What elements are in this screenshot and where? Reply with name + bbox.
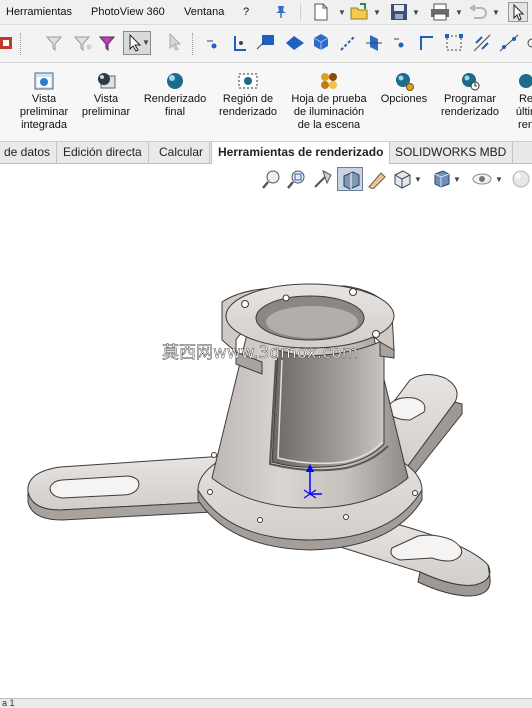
menu-help[interactable]: ? (243, 6, 249, 18)
cursor-arrow-icon (129, 34, 142, 52)
select-other-icon[interactable] (168, 33, 186, 53)
tab-direct-editing[interactable]: Edición directa (57, 142, 149, 164)
point-icon[interactable] (393, 35, 409, 51)
new-document-icon[interactable] (313, 3, 329, 21)
options-button[interactable]: Opciones (374, 63, 434, 142)
render-region-button[interactable]: Región de renderizado (212, 63, 284, 142)
sketch-segment-icon[interactable] (444, 33, 464, 53)
zoom-to-fit-icon[interactable] (262, 169, 282, 189)
lighting-proof-sheet-button[interactable]: Hoja de prueba de iluminación de la esce… (284, 63, 374, 142)
undo-icon[interactable] (468, 4, 488, 20)
tab-calculate[interactable]: Calcular (153, 142, 211, 164)
hide-show-items-icon[interactable] (471, 169, 493, 189)
preview-window-button[interactable]: Vista preliminar (76, 63, 136, 142)
snap-plane-icon[interactable] (256, 33, 276, 51)
view-orientation-icon[interactable] (392, 169, 412, 189)
tab-solidworks-mbd[interactable]: SOLIDWORKS MBD (389, 142, 514, 164)
menu-bar: Herramientas PhotoView 360 Ventana ? ▼ ▼… (0, 0, 532, 25)
preview-window-icon (98, 73, 116, 89)
select-arrow-icon[interactable] (508, 2, 528, 22)
more-tools-icon[interactable] (522, 33, 532, 53)
solid-body-icon[interactable] (311, 32, 331, 52)
status-text: a 1 (2, 698, 15, 708)
lighting-proof-sheet-label: Hoja de prueba de iluminación de la esce… (291, 93, 367, 131)
chevron-down-icon[interactable]: ▼ (495, 175, 503, 184)
axis-icon[interactable] (339, 34, 357, 52)
plane-icon[interactable] (364, 33, 384, 53)
print-icon[interactable] (430, 3, 450, 21)
lighting-proof-sheet-icon (321, 73, 337, 89)
chevron-down-icon[interactable]: ▼ (338, 8, 346, 17)
chevron-down-icon[interactable]: ▼ (414, 175, 422, 184)
schedule-render-button[interactable]: Programar renderizado (434, 63, 506, 142)
recall-last-render-button[interactable]: Re últin ren (506, 63, 532, 142)
section-view-button[interactable] (337, 167, 363, 191)
integrated-preview-label: Vista preliminar integrada (19, 93, 69, 131)
tab-render-tools[interactable]: Herramientas de renderizado (211, 142, 391, 165)
chevron-down-icon[interactable]: ▼ (492, 8, 500, 17)
preview-window-label: Vista preliminar (81, 93, 131, 118)
snap-point-icon[interactable] (206, 35, 222, 51)
previous-view-icon[interactable] (313, 169, 333, 189)
render-tools-ribbon: Vista preliminar integrada Vista prelimi… (0, 63, 532, 142)
integrated-preview-button[interactable]: Vista preliminar integrada (12, 63, 76, 142)
chevron-down-icon[interactable]: ▼ (412, 8, 420, 17)
chevron-down-icon[interactable]: ▼ (455, 8, 463, 17)
schedule-render-label: Programar renderizado (440, 93, 500, 118)
snap-line-icon[interactable] (232, 35, 248, 53)
select-tool-button[interactable]: ▼ (123, 31, 151, 55)
display-style-icon[interactable] (431, 169, 451, 189)
pin-icon[interactable] (273, 4, 289, 20)
dimension-icon[interactable] (498, 33, 520, 53)
graphics-area[interactable]: 莫西网www.3dmox.com (0, 164, 532, 698)
render-region-icon (238, 73, 258, 89)
menu-herramientas[interactable]: Herramientas (6, 6, 72, 18)
snap-face-icon[interactable] (284, 35, 306, 51)
open-icon[interactable] (350, 3, 370, 21)
status-bar: a 1 (0, 698, 532, 708)
filter-icon[interactable] (46, 35, 62, 51)
recall-last-render-label: Re últin ren (515, 93, 532, 131)
render-region-label: Región de renderizado (218, 93, 278, 118)
section-view-icon (343, 171, 360, 190)
heads-up-view-toolbar: ▼ ▼ ▼ (0, 164, 532, 194)
menu-photoview-360[interactable]: PhotoView 360 (91, 6, 165, 18)
sketch-tools-icon[interactable] (0, 35, 14, 51)
menu-ventana[interactable]: Ventana (184, 6, 224, 18)
edge-icon[interactable] (418, 33, 438, 53)
zoom-area-icon[interactable] (287, 169, 307, 189)
filter-faces-icon[interactable] (99, 35, 117, 51)
render-preview-icon (34, 72, 54, 90)
final-render-icon (167, 73, 183, 89)
dynamic-annotation-icon[interactable] (367, 169, 387, 189)
options-label: Opciones (380, 93, 428, 105)
watermark-text: 莫西网www.3dmox.com (162, 343, 358, 363)
curve-icon[interactable] (472, 33, 492, 53)
filter-vertex-icon[interactable] (74, 35, 92, 51)
save-icon[interactable] (390, 3, 408, 21)
options-icon (396, 73, 414, 91)
chevron-down-icon[interactable]: ▼ (453, 175, 461, 184)
final-render-label: Renderizado final (143, 93, 207, 118)
chevron-down-icon[interactable]: ▼ (373, 8, 381, 17)
chevron-down-icon[interactable]: ▼ (142, 38, 150, 47)
edit-appearance-icon[interactable] (510, 169, 532, 189)
recall-last-render-icon (519, 74, 532, 88)
part-model[interactable]: 莫西网www.3dmox.com (0, 164, 532, 698)
schedule-render-icon (462, 73, 480, 91)
final-render-button[interactable]: Renderizado final (138, 63, 212, 142)
command-manager-tabs: de datos Edición directa Calcular Herram… (0, 142, 532, 165)
selection-toolbar: ▼ (0, 25, 532, 63)
tab-evaluate[interactable]: de datos (0, 142, 58, 164)
